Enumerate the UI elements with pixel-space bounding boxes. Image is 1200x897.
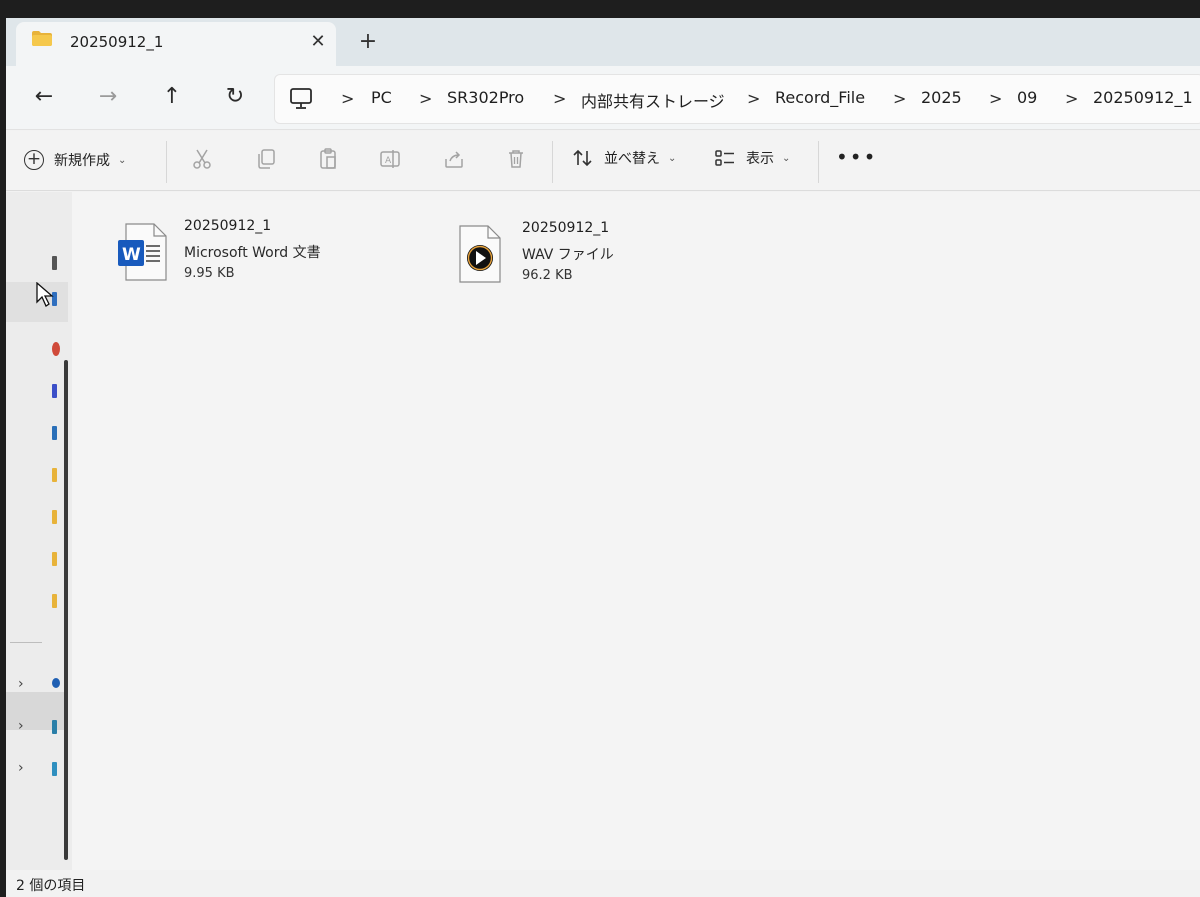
folder-icon[interactable] (52, 594, 57, 608)
word-doc-icon: W (118, 223, 167, 281)
mouse-cursor-icon (36, 282, 54, 307)
breadcrumb-chevron-icon[interactable]: > (341, 89, 354, 108)
chevron-down-icon: ⌄ (668, 152, 677, 164)
svg-text:W: W (122, 245, 141, 265)
view-button[interactable]: 表示 ⌄ (714, 147, 790, 169)
file-item-wav[interactable]: 20250912_1 WAV ファイル 96.2 KB (454, 220, 754, 292)
refresh-button[interactable]: ↻ (219, 82, 251, 114)
breadcrumb-item-record-file[interactable]: Record_File (775, 88, 865, 107)
wav-audio-icon (459, 225, 501, 283)
file-name: 20250912_1 (184, 218, 272, 234)
copy-icon[interactable] (254, 147, 278, 171)
nav-pane-scrollbar[interactable] (64, 360, 68, 860)
nav-item-selected[interactable] (6, 692, 68, 730)
breadcrumb-item-pc[interactable]: PC (371, 88, 392, 107)
up-button[interactable]: ↑ (156, 82, 188, 114)
sort-arrows-icon (573, 149, 592, 167)
file-size: 96.2 KB (522, 268, 573, 283)
view-list-icon (715, 150, 734, 166)
file-type: Microsoft Word 文書 (184, 245, 321, 261)
computer-icon[interactable] (289, 88, 313, 110)
breadcrumb-item-storage[interactable]: 内部共有ストレージ (581, 88, 725, 112)
svg-text:A: A (385, 156, 392, 166)
file-size: 9.95 KB (184, 266, 235, 281)
nav-item-icon[interactable] (52, 720, 57, 734)
new-button-label: 新規作成 (54, 153, 110, 169)
file-list: W 20250912_1 Microsoft Word 文書 9.95 KB 2… (72, 192, 1200, 882)
share-icon[interactable] (442, 147, 466, 171)
delete-icon[interactable] (504, 147, 528, 171)
cut-icon[interactable] (190, 147, 214, 171)
close-tab-icon[interactable]: ✕ (306, 30, 330, 54)
navigation-pane: › › › (6, 192, 72, 882)
add-circle-icon: + (24, 150, 44, 170)
item-count: 2 個の項目 (16, 878, 86, 894)
sort-button-label: 並べ替え (604, 151, 660, 167)
breadcrumb-chevron-icon[interactable]: > (419, 89, 432, 108)
folder-icon[interactable] (52, 468, 57, 482)
view-button-label: 表示 (746, 151, 774, 167)
nav-item-icon[interactable] (52, 256, 57, 270)
breadcrumb-item-current[interactable]: 20250912_1 (1093, 88, 1193, 107)
sort-button[interactable]: 並べ替え ⌄ (572, 147, 676, 169)
command-bar: + 新規作成 ⌄ A 並べ替え ⌄ 表示 ⌄ ••• (6, 131, 1200, 191)
expand-chevron-icon[interactable]: › (18, 760, 24, 776)
nav-item-icon[interactable] (52, 426, 57, 440)
more-options-button[interactable]: ••• (836, 145, 877, 169)
back-button[interactable]: ← (28, 82, 60, 114)
chevron-down-icon: ⌄ (782, 152, 791, 164)
file-name: 20250912_1 (522, 220, 610, 236)
nav-item-icon[interactable] (52, 342, 60, 356)
new-tab-button[interactable]: + (354, 30, 382, 58)
breadcrumb-item-year[interactable]: 2025 (921, 88, 962, 107)
forward-button[interactable]: → (92, 82, 124, 114)
rename-icon[interactable]: A (378, 147, 402, 171)
folder-icon[interactable] (52, 510, 57, 524)
tab-current-folder[interactable]: 20250912_1 ✕ (16, 22, 336, 66)
folder-icon[interactable] (52, 552, 57, 566)
navigation-bar: ← → ↑ ↻ > PC > SR302Pro > 内部共有ストレージ > Re… (6, 66, 1200, 130)
nav-item-icon[interactable] (52, 678, 60, 688)
paste-icon[interactable] (316, 147, 340, 171)
expand-chevron-icon[interactable]: › (18, 718, 24, 734)
chevron-down-icon: ⌄ (118, 154, 127, 166)
breadcrumb-chevron-icon[interactable]: > (893, 89, 906, 108)
status-bar: 2 個の項目 (6, 870, 1200, 897)
breadcrumb-chevron-icon[interactable]: > (989, 89, 1002, 108)
breadcrumb-chevron-icon[interactable]: > (553, 89, 566, 108)
toolbar-divider (552, 141, 553, 183)
toolbar-divider (818, 141, 819, 183)
nav-divider (10, 642, 42, 643)
breadcrumb-item-month[interactable]: 09 (1017, 88, 1037, 107)
file-item-word[interactable]: W 20250912_1 Microsoft Word 文書 9.95 KB (116, 218, 416, 290)
address-bar[interactable]: > PC > SR302Pro > 内部共有ストレージ > Record_Fil… (274, 74, 1200, 124)
tab-title: 20250912_1 (70, 33, 164, 51)
breadcrumb-chevron-icon[interactable]: > (747, 89, 760, 108)
file-type: WAV ファイル (522, 247, 614, 263)
breadcrumb-item-device[interactable]: SR302Pro (447, 88, 524, 107)
expand-chevron-icon[interactable]: › (18, 676, 24, 692)
tab-strip: 20250912_1 ✕ + (6, 18, 1200, 66)
nav-item-icon[interactable] (52, 384, 57, 398)
breadcrumb-chevron-icon[interactable]: > (1065, 89, 1078, 108)
folder-icon (32, 31, 52, 46)
toolbar-divider (166, 141, 167, 183)
new-button[interactable]: + 新規作成 ⌄ (24, 145, 126, 175)
file-explorer-window: 20250912_1 ✕ + ← → ↑ ↻ > PC > SR302Pro >… (6, 18, 1200, 897)
nav-item-icon[interactable] (52, 762, 57, 776)
